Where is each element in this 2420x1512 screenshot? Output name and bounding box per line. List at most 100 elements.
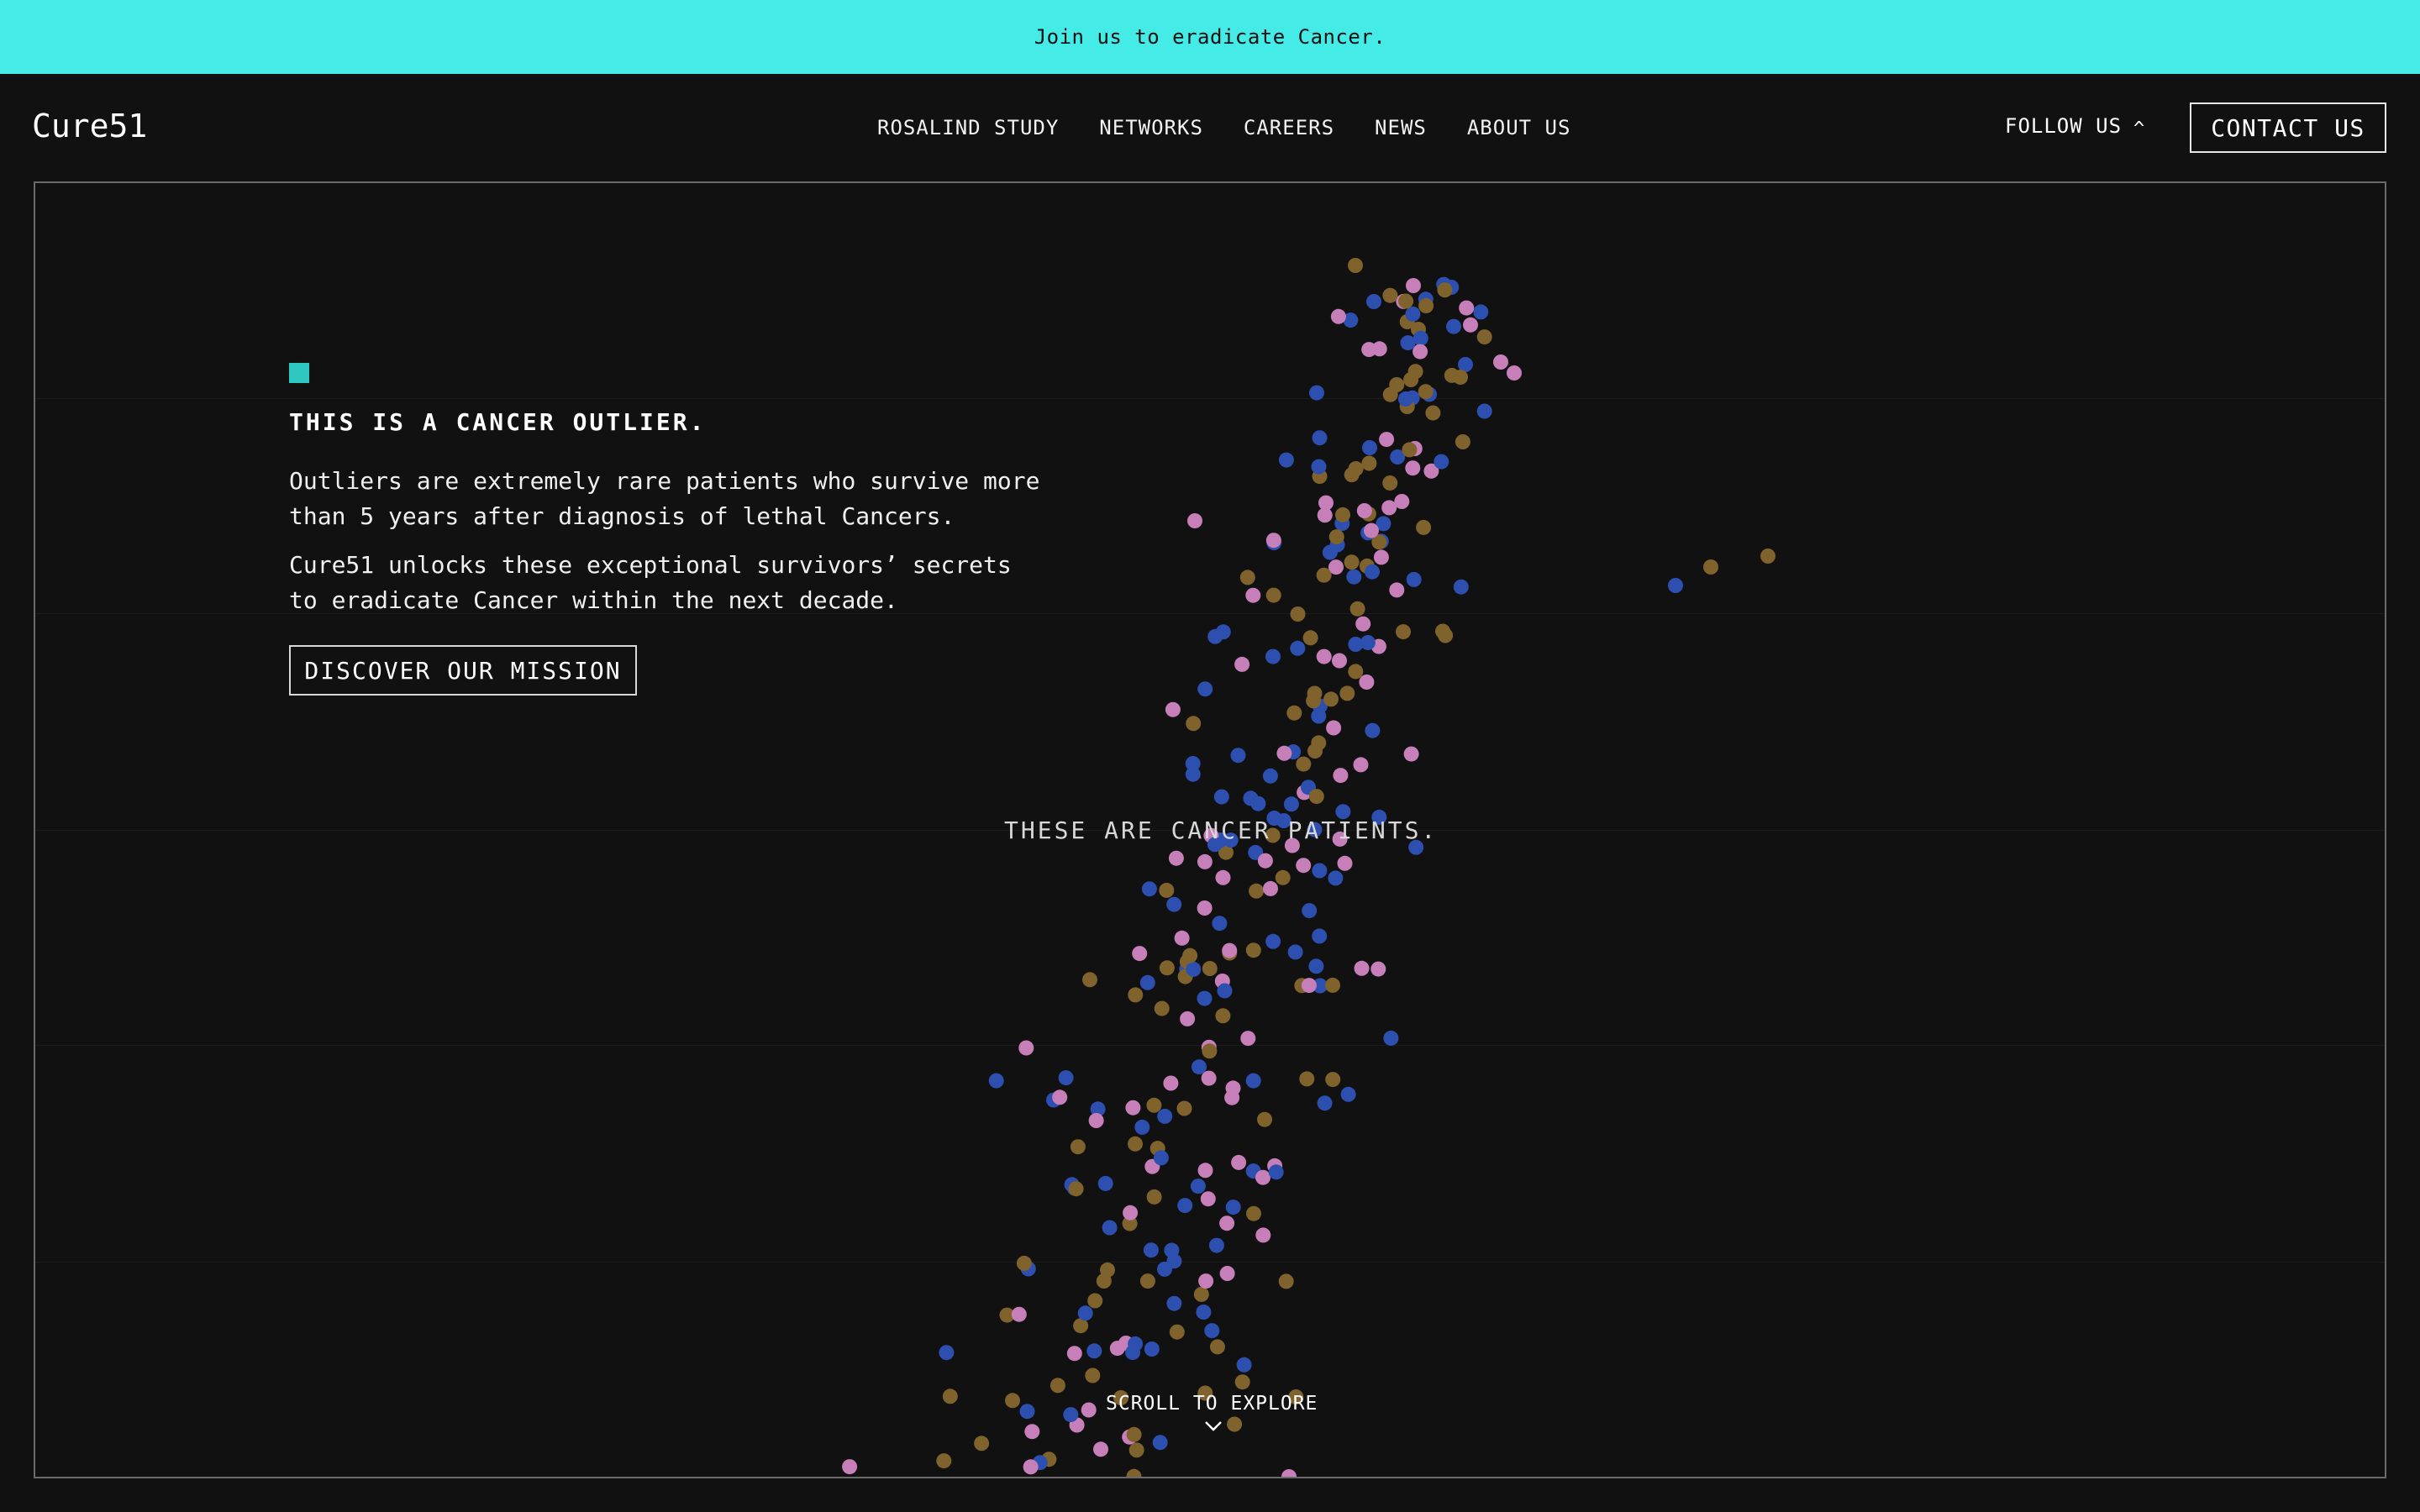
patient-dot: [1290, 606, 1306, 622]
patient-dot: [1353, 757, 1369, 773]
patient-dot: [1348, 461, 1364, 476]
patient-dot: [1760, 549, 1776, 564]
patient-dot: [1088, 1113, 1104, 1128]
patient-dot: [1444, 367, 1460, 383]
patient-dot: [1383, 1030, 1399, 1046]
nav-item-rosalind-study[interactable]: ROSALIND STUDY: [877, 116, 1059, 139]
logo[interactable]: Cure51: [32, 108, 147, 144]
patient-dot: [1215, 1008, 1231, 1024]
patient-dot: [1309, 385, 1324, 401]
patient-dot: [1312, 928, 1328, 944]
patient-dot: [1052, 1089, 1068, 1105]
discover-mission-button[interactable]: DISCOVER OUR MISSION: [289, 645, 637, 696]
patient-dot: [1209, 1339, 1225, 1355]
patient-dot: [1018, 1040, 1034, 1056]
patient-dot: [1362, 440, 1377, 455]
patient-dot: [1316, 648, 1332, 664]
outlier-title: THIS IS A CANCER OUTLIER.: [289, 408, 707, 436]
patient-dot: [1023, 1459, 1039, 1475]
patient-dot: [1159, 960, 1175, 976]
patient-dot: [1312, 430, 1328, 446]
patient-dot: [1366, 294, 1381, 309]
patient-dot: [1255, 1169, 1270, 1185]
patient-dot: [1187, 513, 1202, 528]
patient-dot: [1302, 630, 1318, 646]
nav-item-news[interactable]: NEWS: [1375, 116, 1427, 139]
site-header: Cure51 ROSALIND STUDY NETWORKS CAREERS N…: [0, 74, 2420, 181]
patient-dot: [1234, 1374, 1250, 1390]
patient-dot: [1186, 961, 1202, 977]
patient-dot: [988, 1073, 1004, 1089]
patient-dot: [1262, 768, 1278, 784]
banner-text: Join us to eradicate Cancer.: [1034, 25, 1386, 49]
patient-dot: [1434, 454, 1449, 470]
contact-us-button[interactable]: CONTACT US: [2190, 102, 2386, 153]
patient-dot: [1208, 1237, 1224, 1253]
patient-dot: [1317, 1095, 1333, 1111]
scroll-to-explore[interactable]: SCROLL TO EXPLORE: [1106, 1393, 1318, 1415]
patient-dot: [1397, 391, 1413, 407]
patient-dot: [1349, 601, 1365, 617]
patient-dot: [1200, 1191, 1216, 1207]
patient-dot: [1086, 1343, 1102, 1359]
outlier-marker: [289, 363, 309, 383]
chevron-down-icon[interactable]: [1203, 1418, 1223, 1435]
patient-dot: [1066, 1346, 1082, 1362]
patient-dot: [1354, 960, 1370, 976]
patient-dot: [1157, 1261, 1172, 1277]
patient-dot: [1222, 942, 1238, 958]
nav-item-networks[interactable]: NETWORKS: [1099, 116, 1203, 139]
patient-dot: [1005, 1393, 1020, 1409]
patient-dot: [1348, 258, 1363, 273]
patient-dot: [1416, 519, 1432, 535]
patient-dot: [1316, 567, 1332, 583]
patient-dot: [1361, 342, 1377, 358]
patient-dot: [1263, 880, 1278, 896]
patient-dot: [1139, 1273, 1155, 1289]
patient-dot: [1081, 1402, 1097, 1418]
patient-dot: [1323, 691, 1339, 707]
follow-us-toggle[interactable]: FOLLOW US ^: [2005, 114, 2145, 139]
patient-dot: [1185, 756, 1201, 771]
patient-dot: [1197, 990, 1213, 1006]
patient-dot: [1286, 705, 1302, 721]
main-nav: ROSALIND STUDY NETWORKS CAREERS NEWS ABO…: [877, 116, 1570, 139]
patient-dot: [1365, 722, 1381, 738]
patient-dot: [1093, 1441, 1108, 1457]
patient-dot: [1102, 1220, 1118, 1236]
patient-dot: [1153, 1150, 1169, 1166]
patient-dot: [1473, 304, 1489, 320]
patient-dot: [1197, 900, 1213, 916]
patient-dot: [1182, 948, 1198, 963]
patient-dot: [1389, 377, 1405, 392]
patient-dot: [1159, 882, 1175, 898]
patient-dot: [1157, 1108, 1173, 1124]
patient-dot: [936, 1453, 952, 1469]
patient-dot: [1134, 1119, 1150, 1135]
patient-dot: [1418, 298, 1434, 313]
patient-dot: [1165, 701, 1181, 717]
patient-dot: [1296, 756, 1312, 772]
nav-item-about-us[interactable]: ABOUT US: [1467, 116, 1571, 139]
nav-item-careers[interactable]: CAREERS: [1244, 116, 1334, 139]
patient-dot: [1364, 522, 1379, 538]
patient-dot: [1146, 1097, 1162, 1113]
patient-dot: [1257, 1111, 1272, 1127]
patient-dot: [1197, 853, 1213, 869]
patient-dot: [1325, 1072, 1341, 1088]
patient-dot: [1287, 944, 1303, 960]
patient-dot: [1389, 582, 1405, 598]
patient-dot: [1246, 1205, 1261, 1221]
patient-dot: [1301, 978, 1317, 994]
patient-dot: [1231, 1154, 1247, 1170]
patient-dot: [1668, 578, 1683, 593]
patient-dot: [1308, 789, 1324, 805]
patient-dot: [1128, 1442, 1144, 1458]
patient-dot: [1507, 365, 1522, 381]
patient-dot: [1332, 653, 1347, 669]
patient-dot: [1058, 1070, 1074, 1086]
announcement-banner[interactable]: Join us to eradicate Cancer.: [0, 0, 2420, 74]
patient-dot: [1176, 1100, 1192, 1116]
patient-dot: [1132, 946, 1148, 962]
patient-dot: [1234, 656, 1250, 672]
